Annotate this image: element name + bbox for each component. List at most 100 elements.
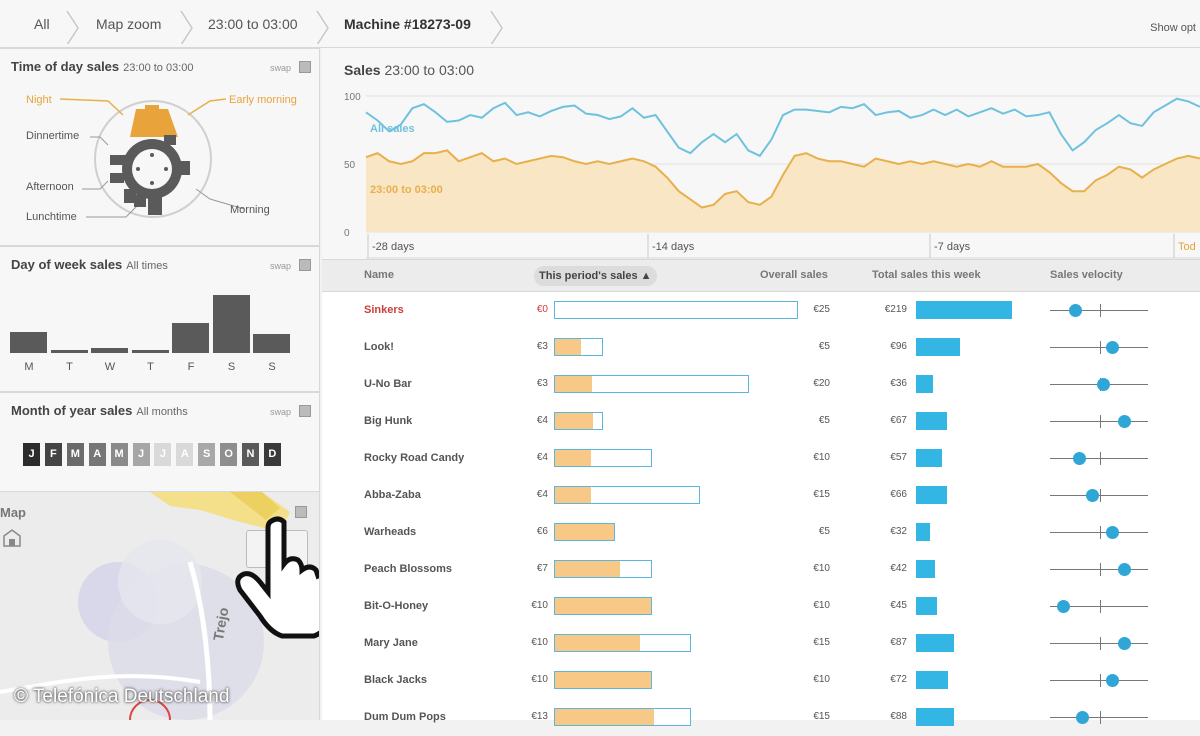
period-sales-fill [555,598,651,614]
label-night: Night [26,94,52,106]
x-tick-label: -28 days [372,241,415,253]
overall-sales-value: €25 [813,304,830,315]
overall-sales-value: €5 [818,341,830,352]
table-row[interactable]: Black Jacks €10 €10 €72 [322,662,1200,699]
velocity-track [1050,717,1148,718]
day-label: T [147,361,154,373]
table-row[interactable]: Look! €3 €5 €96 [322,329,1200,366]
month-cell[interactable]: F [44,443,62,466]
table-row[interactable]: Bit-O-Honey €10 €10 €45 [322,588,1200,625]
col-week-sales[interactable]: Total sales this week [872,269,981,281]
table-row[interactable]: Warheads €6 €5 €32 [322,514,1200,551]
month-cell[interactable]: S [198,443,216,466]
month-cell[interactable]: J [132,443,150,466]
velocity-marker [1105,674,1119,687]
overall-sales-value: €10 [813,674,830,685]
month-cell[interactable]: M [110,443,128,466]
week-sales-value: €67 [890,415,907,426]
week-sales-value: €88 [890,711,907,722]
table-row[interactable]: Rocky Road Candy €4 €10 €57 [322,440,1200,477]
week-sales-value: €219 [884,304,907,315]
month-cell[interactable]: D [263,443,281,466]
week-sales-value: €96 [890,341,907,352]
swap-link[interactable]: swap [270,261,291,271]
expand-icon[interactable] [299,405,311,417]
velocity-track [1050,569,1148,570]
series-label-all-sales: All sales [370,123,415,135]
period-sales-fill [555,524,614,540]
y-tick-label: 100 [344,92,361,103]
velocity-marker [1073,452,1087,465]
building-icon[interactable] [2,528,22,548]
period-sales-value: €4 [536,489,548,500]
period-sales-value: €4 [536,415,548,426]
velocity-marker [1105,526,1119,539]
table-header: Name This period's sales ▲ Overall sales… [322,260,1200,292]
overall-sales-value: €5 [818,415,830,426]
velocity-track [1050,421,1148,422]
month-cell[interactable]: N [242,443,259,466]
period-sales-value: €3 [536,378,548,389]
day-bar[interactable] [131,350,169,353]
table-row[interactable]: U-No Bar €3 €20 €36 [322,366,1200,403]
month-cell[interactable]: A [88,443,106,466]
product-name: Look! [364,341,394,353]
week-sales-bar [916,412,947,430]
swap-link[interactable]: swap [270,407,291,417]
table-row[interactable]: Abba-Zaba €4 €15 €66 [322,477,1200,514]
period-sales-bar [554,375,749,393]
overall-sales-value: €10 [813,563,830,574]
show-options-link[interactable]: Show opt [1150,22,1196,34]
breadcrumb-time-range[interactable]: 23:00 to 03:00 [208,10,298,38]
month-cell[interactable]: J [154,443,172,466]
velocity-center-tick [1100,526,1101,539]
month-cell[interactable]: J [23,443,40,466]
expand-icon[interactable] [299,259,311,271]
velocity-center-tick [1100,489,1101,502]
table-row[interactable]: Peach Blossoms €7 €10 €42 [322,551,1200,588]
period-sales-fill [555,561,621,577]
day-bar[interactable] [212,295,250,353]
period-sales-value: €10 [531,637,548,648]
day-bar[interactable] [50,350,88,353]
breadcrumb-all[interactable]: All [34,10,50,38]
velocity-track [1050,680,1148,681]
table-row[interactable]: Sinkers €0 €25 €219 [322,292,1200,329]
month-cell[interactable]: A [176,443,194,466]
period-sales-value: €0 [536,304,548,315]
velocity-center-tick [1100,563,1101,576]
month-cell[interactable]: O [220,443,238,466]
col-name[interactable]: Name [364,269,394,281]
velocity-center-tick [1100,415,1101,428]
day-bar[interactable] [253,333,290,353]
velocity-marker [1069,304,1083,317]
velocity-marker [1118,563,1132,576]
col-sales-velocity[interactable]: Sales velocity [1050,269,1123,281]
day-bar[interactable] [10,331,47,353]
period-sales-bar [554,338,603,356]
breadcrumb-machine[interactable]: Machine #18273-09 [344,10,471,38]
week-sales-bar [916,597,937,615]
col-period-sales-sorted[interactable]: This period's sales ▲ [534,266,657,286]
week-sales-bar [916,301,1012,319]
day-of-week-panel: Day of week sales All times swap M T W T F S S [0,246,320,392]
table-row[interactable]: Dum Dum Pops €13 €15 €88 [322,699,1200,736]
day-label: S [227,361,236,373]
period-sales-fill [555,672,651,688]
col-overall-sales[interactable]: Overall sales [760,269,828,281]
month-cell[interactable]: M [66,443,84,466]
breadcrumb-map-zoom[interactable]: Map zoom [96,10,161,38]
overall-sales-value: €15 [813,711,830,722]
day-bar[interactable] [91,347,128,353]
week-sales-value: €72 [890,674,907,685]
table-row[interactable]: Big Hunk €4 €5 €67 [322,403,1200,440]
time-of-day-panel: Time of day sales 23:00 to 03:00 swap Nig… [0,48,320,246]
period-sales-bar [554,486,700,504]
sales-line-chart[interactable]: 100 50 0 All sales 23:00 to 03:00 -28 days -14… [322,48,1200,260]
table-row[interactable]: Mary Jane €10 €15 €87 [322,625,1200,662]
week-sales-value: €45 [890,600,907,611]
day-bar[interactable] [172,322,209,353]
period-sales-bar [554,301,798,319]
product-name: U-No Bar [364,378,412,390]
week-sales-bar [916,449,942,467]
